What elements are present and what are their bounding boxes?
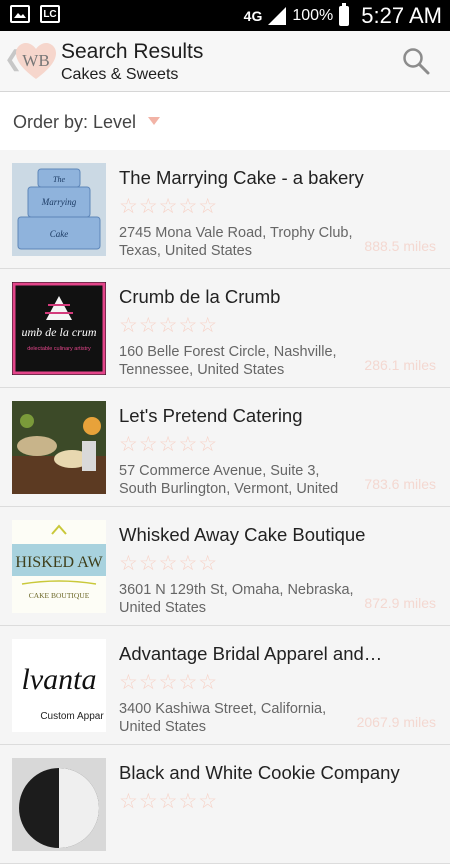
business-name: Let's Pretend Catering [119,405,303,426]
status-bar: LC 4G 100% 5:27 AM [0,0,450,31]
svg-text:WB: WB [22,51,49,70]
svg-text:delectable culinary artistry: delectable culinary artistry [27,346,91,352]
order-by-bar[interactable]: Order by: Level [0,92,450,150]
rating-stars: ☆☆☆☆☆ [119,552,219,575]
rating-stars: ☆☆☆☆☆ [119,433,219,456]
results-list: The Marrying Cake The Marrying Cake - a … [0,150,450,864]
search-icon[interactable] [402,47,430,75]
business-address: 2745 Mona Vale Road, Trophy Club, Texas,… [119,225,353,259]
distance: 872.9 miles [364,595,436,611]
business-name: Whisked Away Cake Boutique [119,524,366,545]
app-bar: ❮ WB Search Results Cakes & Sweets [0,31,450,92]
lc-icon: LC [40,5,60,23]
rating-stars: ☆☆☆☆☆ [119,671,219,694]
rating-stars: ☆☆☆☆☆ [119,790,219,813]
advantage-logo-thumbnail: lvanta Custom Appar [12,639,106,732]
battery-icon [339,3,350,26]
business-address: 57 Commerce Avenue, Suite 3, South Burli… [119,463,339,497]
signal-icon [268,7,287,25]
tiered-cake-thumbnail: The Marrying Cake [12,163,106,256]
svg-text:Marrying: Marrying [41,197,77,207]
order-by-select[interactable]: Order by: Level [13,112,136,133]
business-address: 3601 N 129th St, Omaha, Nebraska, United… [119,582,354,616]
catering-photo-thumbnail [12,401,106,494]
distance: 783.6 miles [364,476,436,492]
page-title: Search Results [61,40,204,63]
clock: 5:27 AM [361,3,442,28]
list-item[interactable]: Black and White Cookie Company ☆☆☆☆☆ [0,745,450,864]
image-icon [10,5,30,23]
whisked-logo-thumbnail: HISKED AW CAKE BOUTIQUE [12,520,106,613]
business-address: 3400 Kashiwa Street, California, United … [119,701,327,735]
list-item[interactable]: Let's Pretend Catering ☆☆☆☆☆ 57 Commerce… [0,388,450,507]
list-item[interactable]: HISKED AW CAKE BOUTIQUE Whisked Away Cak… [0,507,450,626]
wb-logo[interactable]: WB [15,41,57,83]
business-name: Black and White Cookie Company [119,762,400,783]
list-item[interactable]: lvanta Custom Appar Advantage Bridal App… [0,626,450,745]
business-name: Advantage Bridal Apparel and… [119,643,383,664]
dropdown-caret-icon[interactable] [148,117,160,125]
svg-text:umb de la crum: umb de la crum [22,325,97,339]
battery-percent: 100% [292,7,334,24]
svg-text:lvanta: lvanta [22,663,97,696]
distance: 2067.9 miles [356,714,436,730]
list-item[interactable]: The Marrying Cake The Marrying Cake - a … [0,150,450,269]
business-name: Crumb de la Crumb [119,286,281,307]
page-subtitle: Cakes & Sweets [61,66,179,83]
rating-stars: ☆☆☆☆☆ [119,195,219,218]
rating-stars: ☆☆☆☆☆ [119,314,219,337]
svg-text:Cake: Cake [50,229,69,239]
svg-text:The: The [53,175,65,184]
list-item[interactable]: umb de la crum delectable culinary artis… [0,269,450,388]
distance: 286.1 miles [364,357,436,373]
business-address: 160 Belle Forest Circle, Nashville, Tenn… [119,344,337,378]
svg-text:CAKE BOUTIQUE: CAKE BOUTIQUE [29,591,90,600]
svg-text:Custom Appar: Custom Appar [40,711,104,722]
distance: 888.5 miles [364,238,436,254]
business-name: The Marrying Cake - a bakery [119,167,364,188]
network-indicator: 4G [243,8,263,24]
svg-text:HISKED AW: HISKED AW [15,554,103,571]
cookie-photo-thumbnail [12,758,106,851]
crumb-logo-thumbnail: umb de la crum delectable culinary artis… [12,282,106,375]
